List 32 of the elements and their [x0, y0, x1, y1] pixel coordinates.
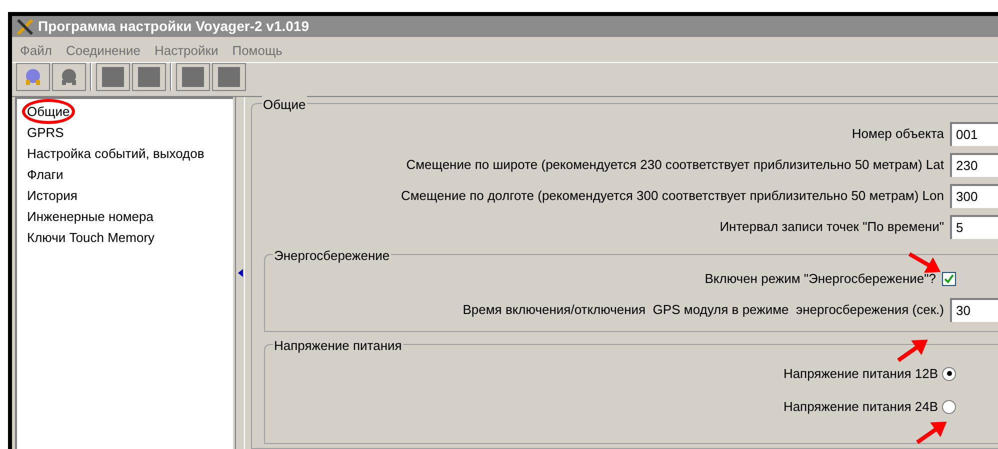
radio-label: Напряжение питания 24В — [783, 398, 938, 416]
sidebar-item[interactable]: Общие — [22, 98, 75, 124]
radio-button[interactable] — [942, 400, 956, 414]
toolbar-button[interactable] — [132, 63, 166, 92]
input-field[interactable]: 5 — [950, 214, 998, 238]
tools-icon — [16, 18, 34, 36]
field-label: Интервал записи точек "По времени" — [720, 218, 944, 236]
window-title: Программа настройки Voyager-2 v1.019 — [38, 17, 310, 36]
radio-label: Напряжение питания 12В — [783, 364, 938, 383]
sidebar-item[interactable]: Ключи Touch Memory — [27, 228, 155, 248]
input-field[interactable]: 30 — [950, 298, 998, 322]
sidebar-item[interactable]: Настройка событий, выходов — [27, 144, 204, 164]
field-label: Время включения/отключения GPS модуля в режиме энергосбережения (сек.) — [462, 300, 944, 319]
input-field[interactable]: 300 — [950, 184, 998, 208]
caret-icon — [238, 269, 242, 277]
sidebar-item[interactable]: История — [27, 186, 78, 206]
input-field[interactable]: 001 — [950, 122, 998, 146]
checkbox-label: Включен режим "Энергосбережение"? — [704, 270, 936, 288]
field-label: Смещение по широте (рекомендуется 230 соответствует приблизительно 50 метрам) Lat — [406, 156, 944, 174]
toolbar-button[interactable] — [176, 63, 210, 92]
radio-button[interactable] — [942, 366, 956, 380]
group-title: Общие — [262, 95, 307, 114]
check-icon — [944, 274, 954, 284]
field-label: Номер объекта — [852, 124, 944, 143]
input-field[interactable]: 230 — [950, 152, 998, 176]
sidebar-item[interactable]: Инженерные номера — [27, 206, 154, 226]
toolbar-button[interactable] — [96, 63, 130, 92]
sidebar-item[interactable]: GPRS — [27, 122, 64, 142]
toolbar-button[interactable] — [212, 63, 246, 92]
sidebar-item[interactable]: Флаги — [27, 164, 64, 184]
checkbox[interactable] — [942, 272, 956, 286]
field-label: Смещение по долготе (рекомендуется 300 соответствует приблизительно 50 метрам) Lon — [400, 186, 944, 205]
